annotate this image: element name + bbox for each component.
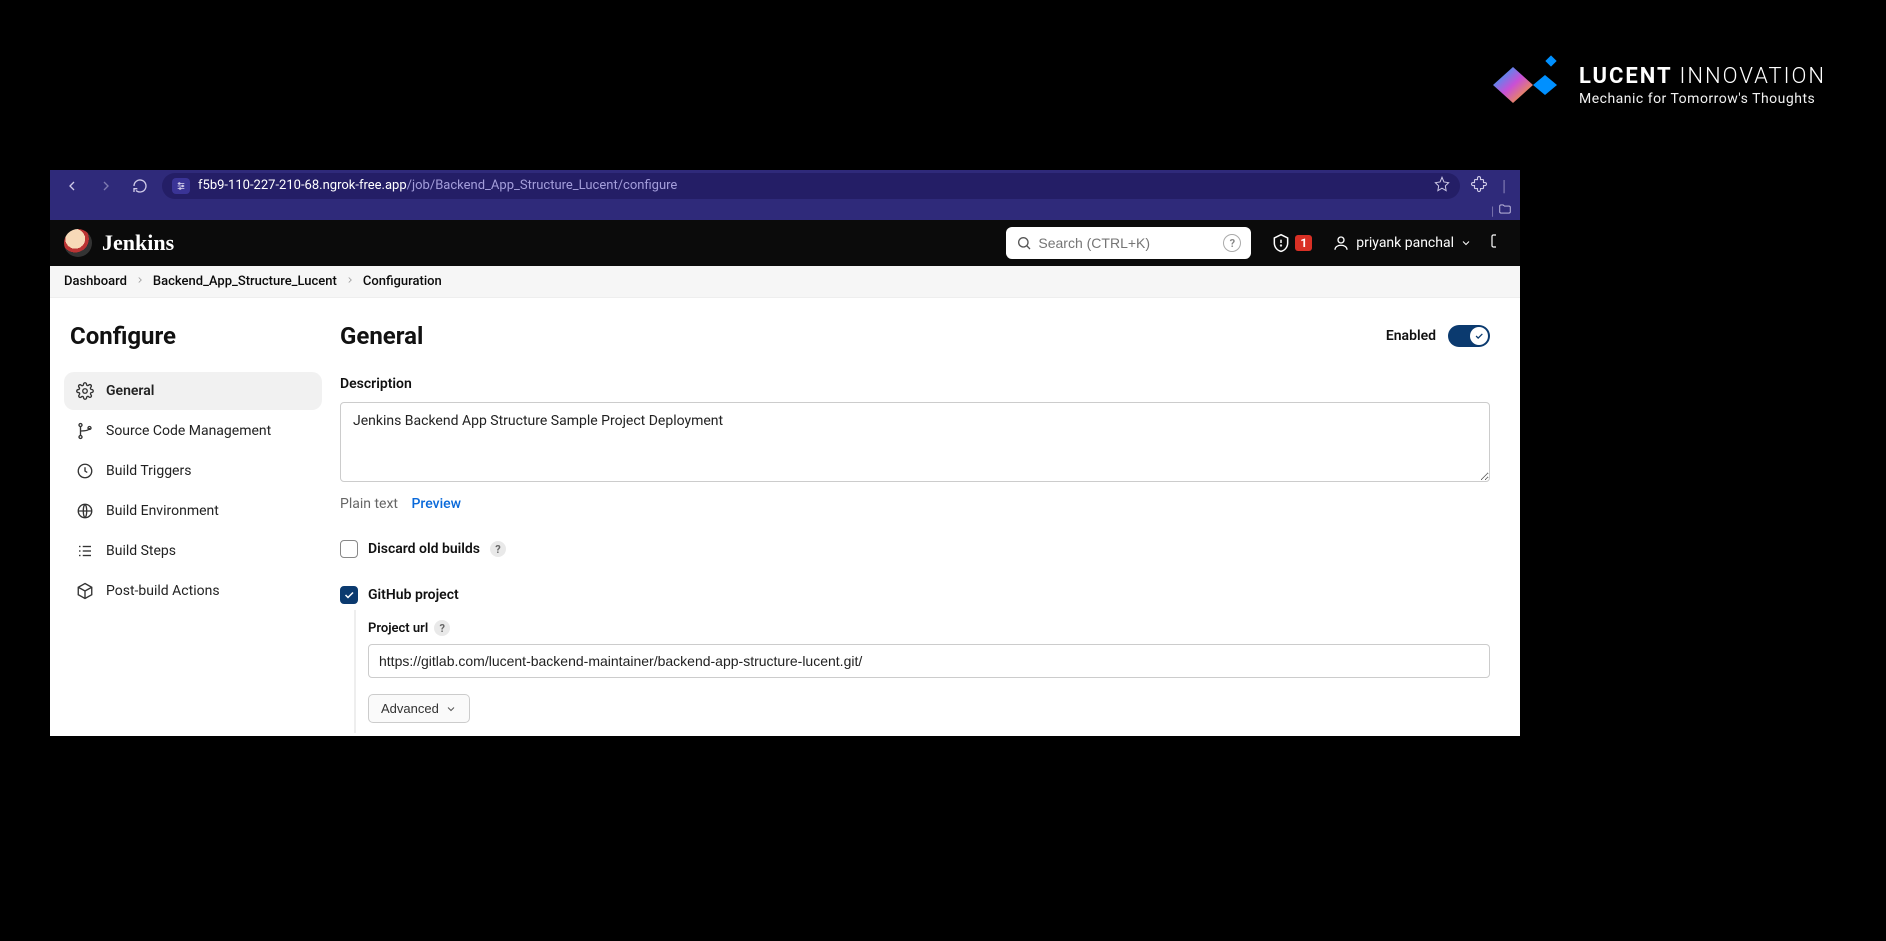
plain-text-label: Plain text — [340, 496, 398, 512]
breadcrumb-dashboard[interactable]: Dashboard — [64, 274, 127, 289]
discard-checkbox[interactable] — [340, 540, 358, 558]
github-project-details: Project url ? Advanced — [354, 610, 1490, 733]
chevron-right-icon — [135, 274, 145, 289]
jenkins-title: Jenkins — [102, 230, 174, 256]
browser-bookmarks-bar: | — [50, 201, 1520, 220]
jenkins-header: Jenkins ? 1 priyank panchal — [50, 220, 1520, 266]
sidebar-item-steps[interactable]: Build Steps — [64, 532, 322, 570]
sidebar-title: Configure — [70, 322, 322, 350]
enabled-label: Enabled — [1386, 328, 1436, 344]
brand-name-bold: LUCENT — [1579, 64, 1672, 89]
chevron-down-icon — [1460, 237, 1472, 249]
help-icon[interactable]: ? — [434, 620, 450, 636]
project-url-input[interactable] — [368, 644, 1490, 678]
browser-toolbar: f5b9-110-227-210-68.ngrok-free.app/job/B… — [50, 170, 1520, 201]
sidebar-item-scm[interactable]: Source Code Management — [64, 412, 322, 450]
advanced-button[interactable]: Advanced — [368, 694, 470, 723]
site-settings-icon[interactable] — [172, 178, 190, 194]
github-label: GitHub project — [368, 587, 459, 603]
url-host: f5b9-110-227-210-68.ngrok-free.app — [198, 178, 407, 193]
description-textarea[interactable] — [340, 402, 1490, 482]
sidebar-item-label: General — [106, 383, 154, 399]
jenkins-logo-icon — [64, 229, 92, 257]
breadcrumb: Dashboard Backend_App_Structure_Lucent C… — [50, 266, 1520, 298]
forward-button[interactable] — [94, 174, 118, 198]
search-input[interactable] — [1038, 235, 1223, 251]
sidebar-item-label: Build Triggers — [106, 463, 191, 479]
sidebar-item-environment[interactable]: Build Environment — [64, 492, 322, 530]
project-url-label: Project url — [368, 621, 428, 636]
bookmark-star-icon[interactable] — [1434, 176, 1450, 196]
main-panel: General Enabled Description Plain text P… — [330, 298, 1520, 736]
github-checkbox[interactable] — [340, 586, 358, 604]
brand-mark-icon — [1485, 55, 1565, 115]
github-project-row: GitHub project — [340, 586, 1490, 604]
brand-tagline: Mechanic for Tomorrow's Thoughts — [1579, 91, 1826, 107]
search-icon — [1016, 235, 1032, 251]
brand-logo: LUCENT INNOVATION Mechanic for Tomorrow'… — [1485, 55, 1826, 115]
sidebar-item-label: Post-build Actions — [106, 583, 220, 599]
page-title: General — [340, 322, 423, 350]
browser-window: f5b9-110-227-210-68.ngrok-free.app/job/B… — [50, 170, 1520, 736]
sidebar-item-general[interactable]: General — [64, 372, 322, 410]
search-help-icon[interactable]: ? — [1223, 234, 1241, 252]
extensions-icon[interactable] — [1470, 175, 1488, 197]
reload-button[interactable] — [128, 174, 152, 198]
sidebar-item-postbuild[interactable]: Post-build Actions — [64, 572, 322, 610]
enabled-toggle[interactable] — [1448, 325, 1490, 347]
content-area: Configure General Source Code Management… — [50, 298, 1520, 736]
alerts-button[interactable]: 1 — [1271, 233, 1312, 253]
toggle-knob — [1470, 327, 1488, 345]
help-icon[interactable]: ? — [490, 541, 506, 557]
address-bar[interactable]: f5b9-110-227-210-68.ngrok-free.app/job/B… — [162, 173, 1460, 199]
sidebar: Configure General Source Code Management… — [50, 298, 330, 736]
breadcrumb-configuration[interactable]: Configuration — [363, 274, 442, 289]
sidebar-item-label: Build Environment — [106, 503, 219, 519]
url-path: /job/Backend_App_Structure_Lucent/config… — [407, 178, 678, 193]
cube-icon — [76, 582, 94, 600]
back-button[interactable] — [60, 174, 84, 198]
bookmarks-folder-icon[interactable] — [1498, 202, 1512, 219]
logout-button[interactable] — [1490, 233, 1506, 253]
description-label: Description — [340, 376, 1490, 392]
steps-icon — [76, 542, 94, 560]
brand-name-light: INNOVATION — [1680, 64, 1826, 89]
user-avatar-icon — [1332, 234, 1350, 252]
sidebar-item-label: Source Code Management — [106, 423, 271, 439]
sidebar-item-triggers[interactable]: Build Triggers — [64, 452, 322, 490]
clock-icon — [76, 462, 94, 480]
globe-icon — [76, 502, 94, 520]
discard-old-builds-row: Discard old builds ? — [340, 540, 1490, 558]
gear-icon — [76, 382, 94, 400]
sidebar-item-label: Build Steps — [106, 543, 176, 559]
shield-alert-icon — [1271, 233, 1291, 253]
advanced-label: Advanced — [381, 701, 439, 716]
branch-icon — [76, 422, 94, 440]
breadcrumb-job[interactable]: Backend_App_Structure_Lucent — [153, 274, 337, 289]
chevron-down-icon — [445, 703, 457, 715]
user-name: priyank panchal — [1356, 235, 1454, 251]
alert-count-badge: 1 — [1295, 235, 1312, 251]
discard-label: Discard old builds — [368, 541, 480, 557]
chevron-right-icon — [345, 274, 355, 289]
jenkins-logo[interactable]: Jenkins — [64, 229, 174, 257]
search-box[interactable]: ? — [1006, 227, 1251, 259]
enabled-toggle-group: Enabled — [1386, 325, 1490, 347]
preview-link[interactable]: Preview — [411, 496, 461, 512]
user-menu[interactable]: priyank panchal — [1332, 234, 1472, 252]
